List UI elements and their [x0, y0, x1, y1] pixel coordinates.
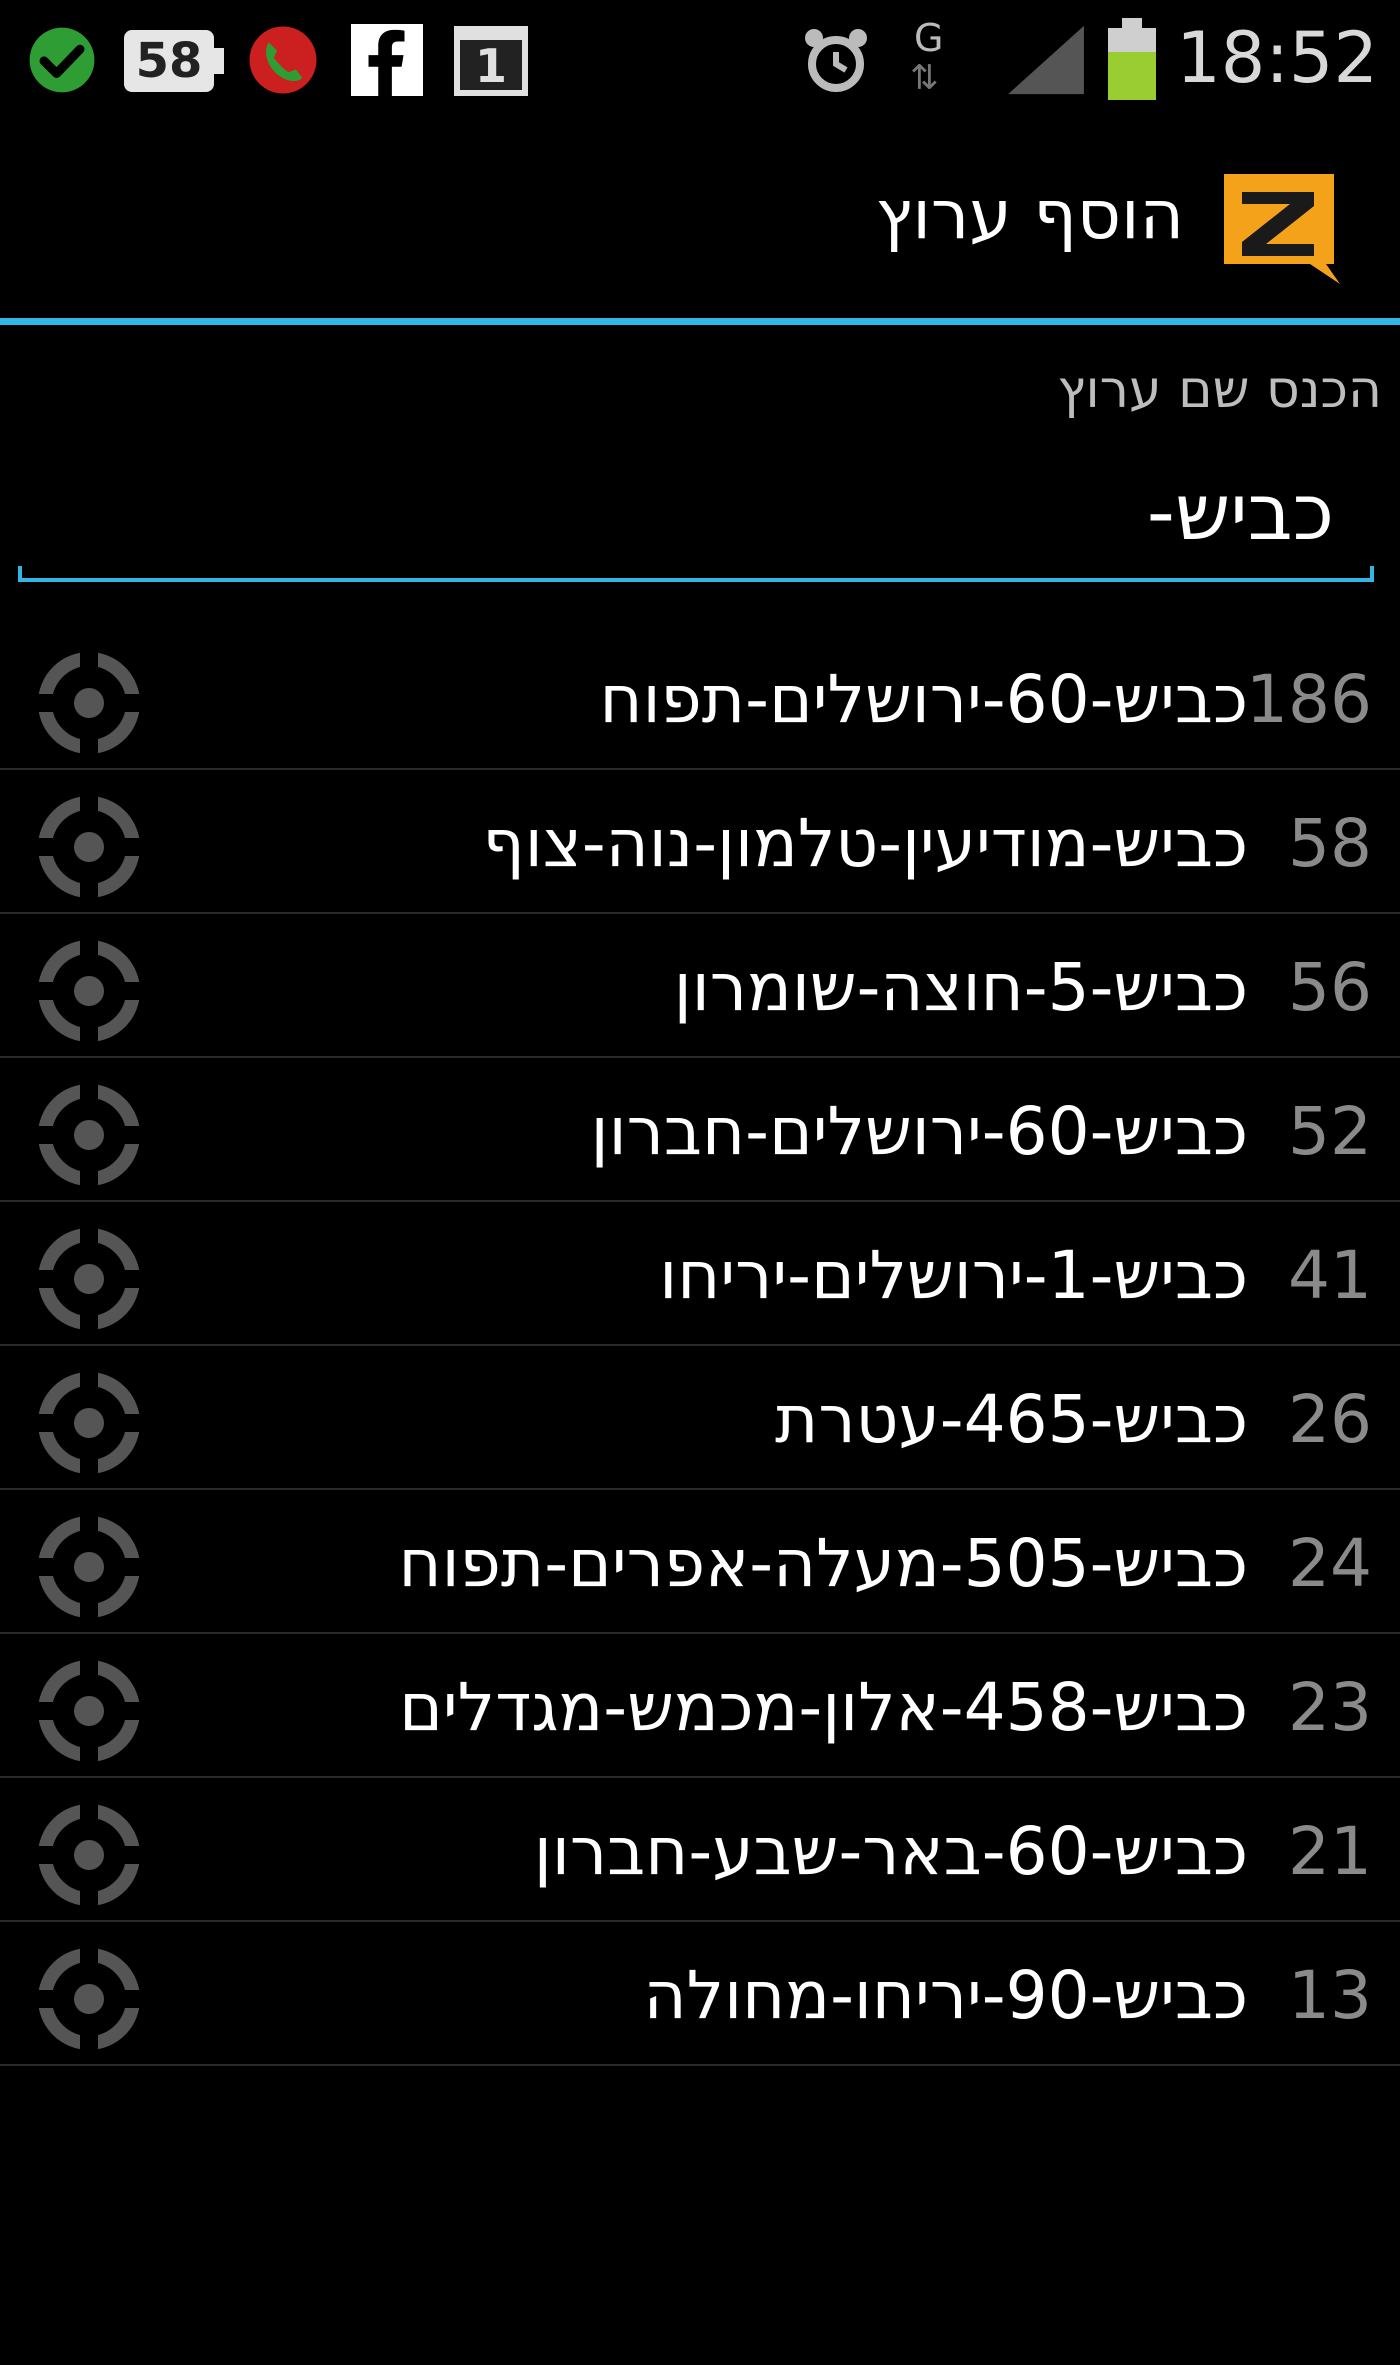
channel-status-icon — [34, 1224, 144, 1334]
channel-user-count: 41 — [1288, 1237, 1372, 1314]
data-g-icon: G ⇅ — [910, 16, 944, 98]
action-bar: הוסף ערוץ — [0, 118, 1400, 318]
channel-name: כביש-90-יריחו-מחולה — [643, 1957, 1248, 2034]
channel-name-label: הכנס שם ערוץ — [1057, 360, 1382, 420]
channel-row[interactable]: כביש-60-ירושלים-תפוח 186 — [0, 626, 1400, 770]
channel-user-count: 56 — [1288, 949, 1372, 1026]
channel-name: כביש-5-חוצה-שומרון — [673, 949, 1248, 1026]
channel-row[interactable]: כביש-458-אלון-מכמש-מגדלים 23 — [0, 1634, 1400, 1778]
calendar-icon: 1 — [454, 24, 528, 96]
channel-user-count: 23 — [1288, 1669, 1372, 1746]
channel-row[interactable]: כביש-505-מעלה-אפרים-תפוח 24 — [0, 1490, 1400, 1634]
channel-user-count: 58 — [1288, 805, 1372, 882]
channel-user-count: 52 — [1288, 1093, 1372, 1170]
status-bar: 58 1 G ⇅ 18:52 — [0, 0, 1400, 118]
network-type: G — [914, 16, 944, 60]
signal-icon — [1008, 25, 1084, 95]
channel-name: כביש-60-ירושלים-חברון — [590, 1093, 1248, 1170]
channel-row[interactable]: כביש-465-עטרת 26 — [0, 1346, 1400, 1490]
channel-status-icon — [34, 1656, 144, 1766]
channel-name: כביש-458-אלון-מכמש-מגדלים — [399, 1669, 1248, 1746]
channel-user-count: 26 — [1288, 1381, 1372, 1458]
alarm-icon — [805, 29, 867, 92]
channel-status-icon — [34, 1944, 144, 2054]
channel-status-icon — [34, 1080, 144, 1190]
channel-row[interactable]: כביש-60-ירושלים-חברון 52 — [0, 1058, 1400, 1202]
channel-row[interactable]: כביש-60-באר-שבע-חברון 21 — [0, 1778, 1400, 1922]
zello-logo-icon[interactable] — [1214, 164, 1344, 294]
channel-name: כביש-1-ירושלים-יריחו — [659, 1237, 1248, 1314]
channel-row[interactable]: כביש-5-חוצה-שומרון 56 — [0, 914, 1400, 1058]
channel-name: כביש-60-באר-שבע-חברון — [533, 1813, 1248, 1890]
channel-user-count: 24 — [1288, 1525, 1372, 1602]
page-title: הוסף ערוץ — [875, 176, 1184, 255]
channel-row[interactable]: כביש-1-ירושלים-יריחו 41 — [0, 1202, 1400, 1346]
channel-name: כביש-505-מעלה-אפרים-תפוח — [398, 1525, 1248, 1602]
check-circle-icon — [29, 27, 95, 93]
channel-status-icon — [34, 1512, 144, 1622]
battery-icon — [1108, 18, 1158, 100]
channel-status-icon — [34, 1368, 144, 1478]
input-underline — [18, 566, 1374, 582]
channel-row[interactable]: כביש-90-יריחו-מחולה 13 — [0, 1922, 1400, 2066]
channel-user-count: 21 — [1288, 1813, 1372, 1890]
battery-badge-text: 58 — [135, 33, 203, 89]
battery-58-badge-icon: 58 — [124, 24, 226, 96]
action-bar-divider — [0, 318, 1400, 325]
channel-list: כביש-60-ירושלים-תפוח 186 כביש-מודיעין-טלמו… — [0, 626, 1400, 2066]
channel-user-count: 186 — [1246, 661, 1372, 738]
channel-name: כביש-מודיעין-טלמון-נוה-צוף — [482, 805, 1248, 882]
status-time: 18:52 — [1176, 17, 1378, 99]
channel-name-input[interactable] — [18, 448, 1374, 578]
channel-status-icon — [34, 1800, 144, 1910]
calendar-day: 1 — [460, 40, 522, 92]
channel-name: כביש-465-עטרת — [775, 1381, 1248, 1458]
channel-status-icon — [34, 648, 144, 758]
channel-status-icon — [34, 936, 144, 1046]
call-icon — [249, 26, 317, 94]
channel-row[interactable]: כביש-מודיעין-טלמון-נוה-צוף 58 — [0, 770, 1400, 914]
channel-name: כביש-60-ירושלים-תפוח — [599, 661, 1248, 738]
facebook-icon — [351, 24, 423, 96]
channel-user-count: 13 — [1288, 1957, 1372, 2034]
channel-status-icon — [34, 792, 144, 902]
